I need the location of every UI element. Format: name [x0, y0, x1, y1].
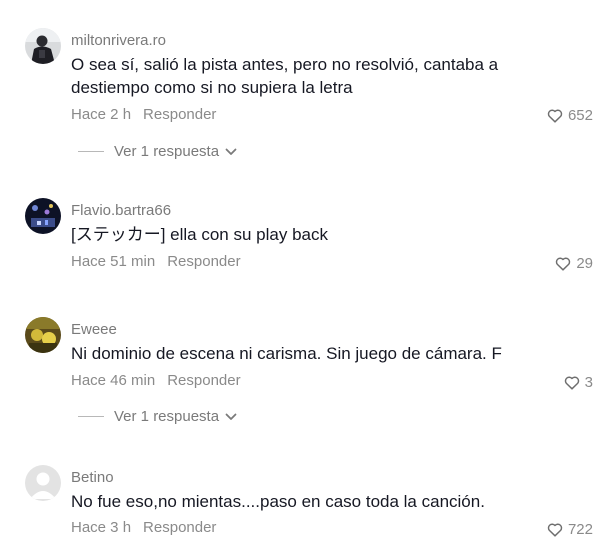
- view-replies-button[interactable]: Ver 1 respuesta: [78, 143, 237, 160]
- divider-line: [78, 151, 104, 152]
- reply-button[interactable]: Responder: [143, 519, 216, 536]
- comment-time: Hace 3 h: [71, 519, 132, 536]
- heart-outline-icon: [547, 523, 563, 537]
- avatar[interactable]: [25, 28, 61, 64]
- heart-outline-icon: [547, 109, 563, 123]
- comments-section: miltonrivera.ro O sea sí, salió la pista…: [0, 0, 609, 558]
- chevron-down-icon: [225, 148, 237, 155]
- heart-outline-icon: [556, 257, 571, 271]
- like-count: 652: [567, 107, 593, 124]
- comment-username[interactable]: miltonrivera.ro: [71, 32, 166, 49]
- like-button[interactable]: 722: [547, 521, 593, 538]
- avatar[interactable]: [25, 465, 61, 501]
- comment-time: Hace 2 h: [71, 106, 132, 123]
- view-replies-button[interactable]: Ver 1 respuesta: [78, 408, 237, 425]
- like-button[interactable]: 3: [564, 374, 593, 391]
- comment-meta: Hace 46 min Responder: [71, 372, 241, 389]
- comment-text: O sea sí, salió la pista antes, pero no …: [71, 55, 499, 97]
- reply-button[interactable]: Responder: [167, 253, 240, 270]
- comment-time: Hace 46 min: [71, 372, 156, 389]
- comment-username[interactable]: Betino: [71, 469, 114, 486]
- comment-text: [ステッカー] ella con su play back: [71, 225, 328, 244]
- default-avatar-icon: [25, 465, 61, 501]
- comment-meta: Hace 2 h Responder: [71, 106, 216, 123]
- divider-line: [78, 416, 104, 417]
- like-count: 29: [576, 255, 593, 272]
- comment-username[interactable]: Flavio.bartra66: [71, 202, 171, 219]
- comment-text: No fue eso,no mientas....paso en caso to…: [71, 492, 485, 511]
- comment-time: Hace 51 min: [71, 253, 156, 270]
- like-button[interactable]: 652: [547, 107, 593, 124]
- like-count: 722: [567, 521, 593, 538]
- comment-username[interactable]: Eweee: [71, 321, 117, 338]
- avatar[interactable]: [25, 317, 61, 353]
- comment-meta: Hace 51 min Responder: [71, 253, 241, 270]
- comment-meta: Hace 3 h Responder: [71, 519, 216, 536]
- view-replies-label: Ver 1 respuesta: [114, 408, 220, 425]
- like-button[interactable]: 29: [555, 255, 593, 272]
- chevron-down-icon: [225, 413, 237, 420]
- like-count: 3: [584, 374, 593, 391]
- reply-button[interactable]: Responder: [143, 106, 216, 123]
- heart-outline-icon: [564, 376, 579, 390]
- comment-text: Ni dominio de escena ni carisma. Sin jue…: [71, 344, 502, 363]
- avatar[interactable]: [25, 198, 61, 234]
- view-replies-label: Ver 1 respuesta: [114, 143, 220, 160]
- reply-button[interactable]: Responder: [167, 372, 240, 389]
